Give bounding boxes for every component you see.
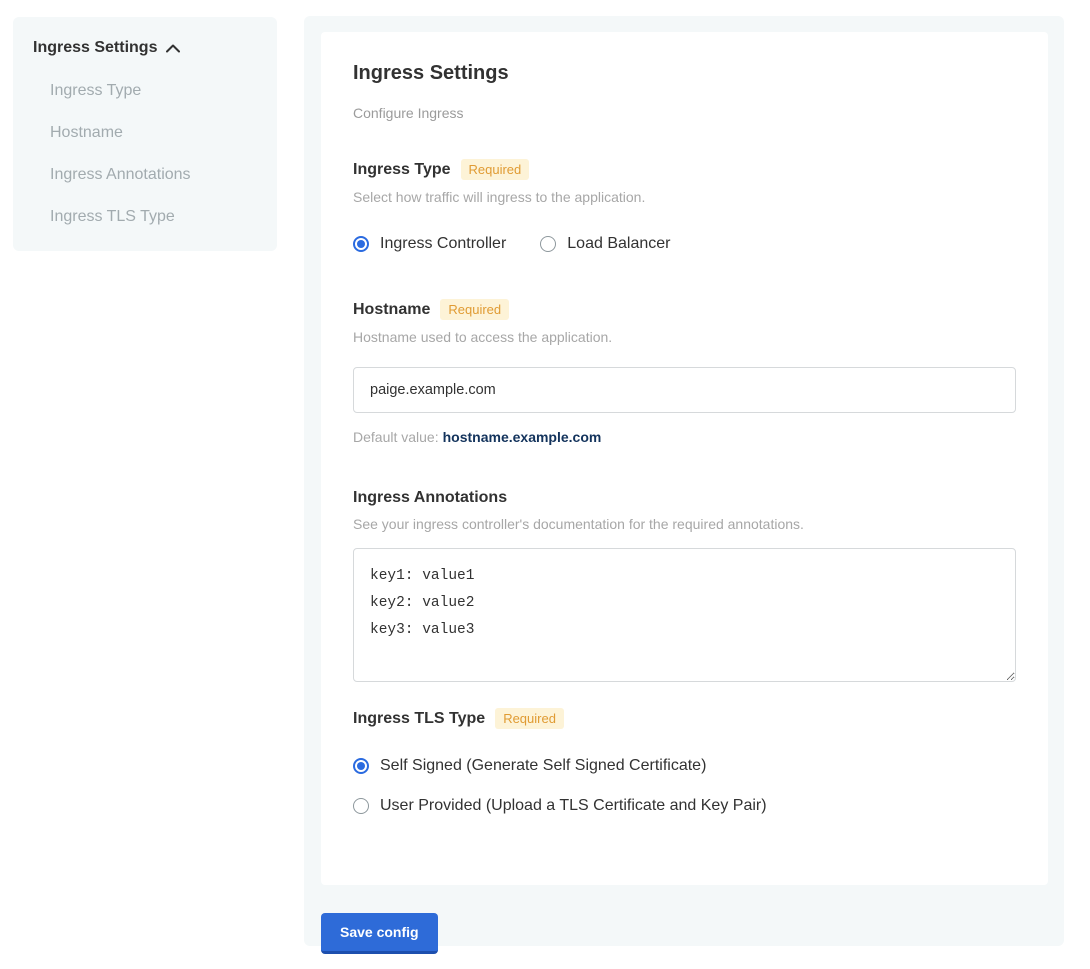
- radio-circle-icon: [540, 236, 556, 252]
- section-ingress-type: Ingress Type Required Select how traffic…: [353, 159, 1016, 253]
- radio-circle-icon: [353, 798, 369, 814]
- config-main-panel: Ingress Settings Configure Ingress Ingre…: [304, 16, 1064, 946]
- radio-load-balancer[interactable]: Load Balancer: [540, 235, 670, 253]
- radio-circle-icon: [353, 236, 369, 252]
- required-badge: Required: [461, 159, 530, 180]
- radio-label: User Provided (Upload a TLS Certificate …: [380, 797, 767, 815]
- card-subtitle: Configure Ingress: [353, 105, 1016, 121]
- sidebar-item-ingress-type[interactable]: Ingress Type: [50, 83, 261, 99]
- ingress-settings-card: Ingress Settings Configure Ingress Ingre…: [321, 32, 1048, 885]
- sidebar-group-label: Ingress Settings: [33, 39, 157, 57]
- radio-ingress-controller[interactable]: Ingress Controller: [353, 235, 506, 253]
- default-value: hostname.example.com: [443, 429, 602, 445]
- ingress-type-options: Ingress Controller Load Balancer: [353, 235, 1016, 253]
- required-badge: Required: [440, 299, 509, 320]
- sidebar-item-ingress-tls-type[interactable]: Ingress TLS Type: [50, 209, 261, 225]
- hostname-label: Hostname: [353, 301, 430, 319]
- radio-label: Ingress Controller: [380, 235, 506, 253]
- config-sidebar: Ingress Settings Ingress Type Hostname I…: [13, 17, 277, 251]
- sidebar-group-ingress-settings[interactable]: Ingress Settings: [33, 39, 261, 57]
- radio-circle-icon: [353, 758, 369, 774]
- annotations-label: Ingress Annotations: [353, 489, 507, 507]
- section-hostname: Hostname Required Hostname used to acces…: [353, 299, 1016, 445]
- required-badge: Required: [495, 708, 564, 729]
- radio-self-signed[interactable]: Self Signed (Generate Self Signed Certif…: [353, 757, 1016, 775]
- default-value-prefix: Default value:: [353, 429, 439, 445]
- ingress-type-label: Ingress Type: [353, 161, 451, 179]
- sidebar-item-ingress-annotations[interactable]: Ingress Annotations: [50, 167, 261, 183]
- sidebar-item-list: Ingress Type Hostname Ingress Annotation…: [50, 83, 261, 225]
- card-title: Ingress Settings: [353, 62, 1016, 85]
- save-config-button[interactable]: Save config: [321, 913, 438, 954]
- radio-label: Self Signed (Generate Self Signed Certif…: [380, 757, 706, 775]
- annotations-help: See your ingress controller's documentat…: [353, 516, 1016, 532]
- tls-type-options: Self Signed (Generate Self Signed Certif…: [353, 757, 1016, 815]
- tls-type-label: Ingress TLS Type: [353, 710, 485, 728]
- chevron-up-icon: [166, 44, 180, 53]
- sidebar-item-hostname[interactable]: Hostname: [50, 125, 261, 141]
- ingress-type-help: Select how traffic will ingress to the a…: [353, 189, 1016, 205]
- hostname-help: Hostname used to access the application.: [353, 329, 1016, 345]
- section-ingress-annotations: Ingress Annotations See your ingress con…: [353, 489, 1016, 682]
- annotations-textarea[interactable]: key1: value1 key2: value2 key3: value3: [353, 548, 1016, 682]
- section-ingress-tls-type: Ingress TLS Type Required Self Signed (G…: [353, 708, 1016, 815]
- hostname-default-line: Default value:hostname.example.com: [353, 429, 1016, 445]
- radio-user-provided[interactable]: User Provided (Upload a TLS Certificate …: [353, 797, 1016, 815]
- hostname-input[interactable]: [353, 367, 1016, 413]
- radio-label: Load Balancer: [567, 235, 670, 253]
